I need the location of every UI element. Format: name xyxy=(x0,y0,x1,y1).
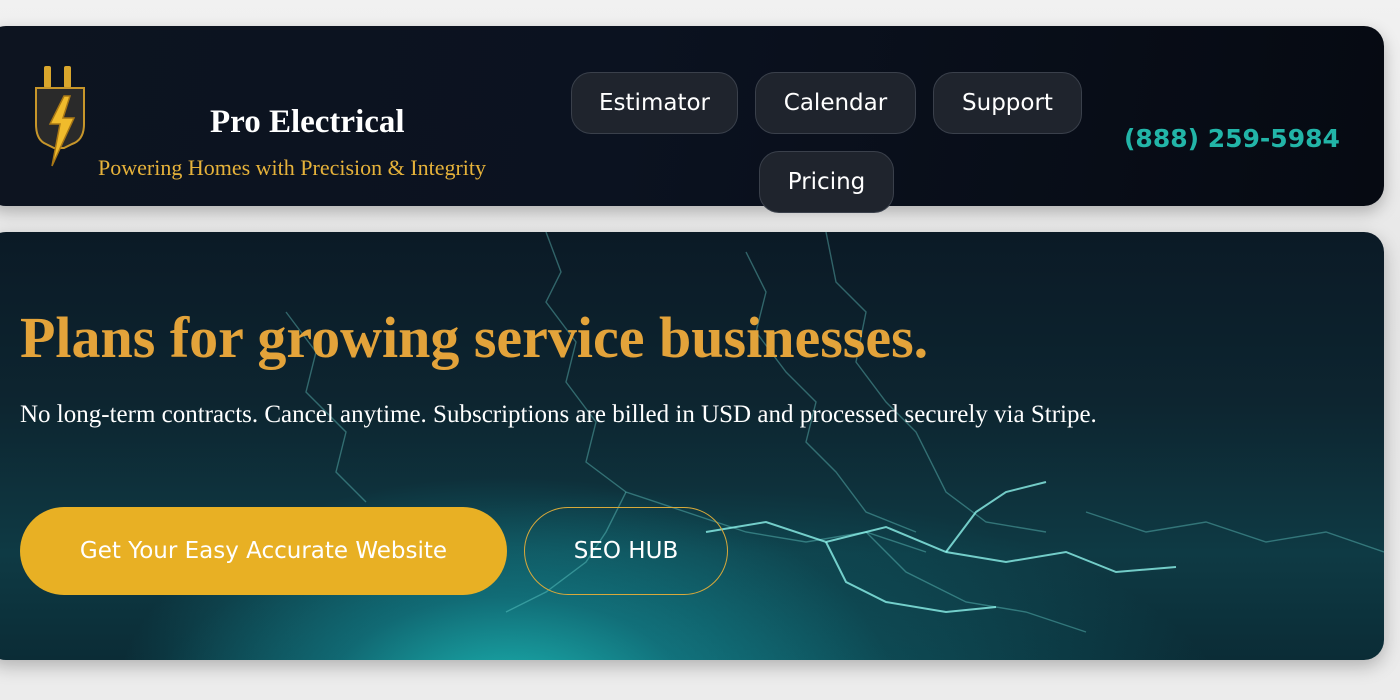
nav-calendar-button[interactable]: Calendar xyxy=(755,72,916,134)
nav-pricing-button[interactable]: Pricing xyxy=(759,151,894,213)
electric-plug-bolt-icon[interactable] xyxy=(34,66,86,170)
brand-tagline: Powering Homes with Precision & Integrit… xyxy=(98,155,487,180)
hero-title: Plans for growing service businesses. xyxy=(20,305,929,370)
site-header: Pro Electrical Powering Homes with Preci… xyxy=(0,26,1384,213)
phone-number-link[interactable]: (888) 259-5984 xyxy=(1124,124,1340,153)
nav-estimator-button[interactable]: Estimator xyxy=(571,72,738,134)
hero-subtitle: No long-term contracts. Cancel anytime. … xyxy=(20,401,1097,428)
lightning-background xyxy=(185,232,1384,633)
get-website-button[interactable]: Get Your Easy Accurate Website xyxy=(20,507,507,595)
seo-hub-button[interactable]: SEO HUB xyxy=(524,507,728,595)
brand-title[interactable]: Pro Electrical xyxy=(210,104,405,141)
nav-support-button[interactable]: Support xyxy=(933,72,1082,134)
hero-section: Plans for growing service businesses. No… xyxy=(0,232,1384,660)
